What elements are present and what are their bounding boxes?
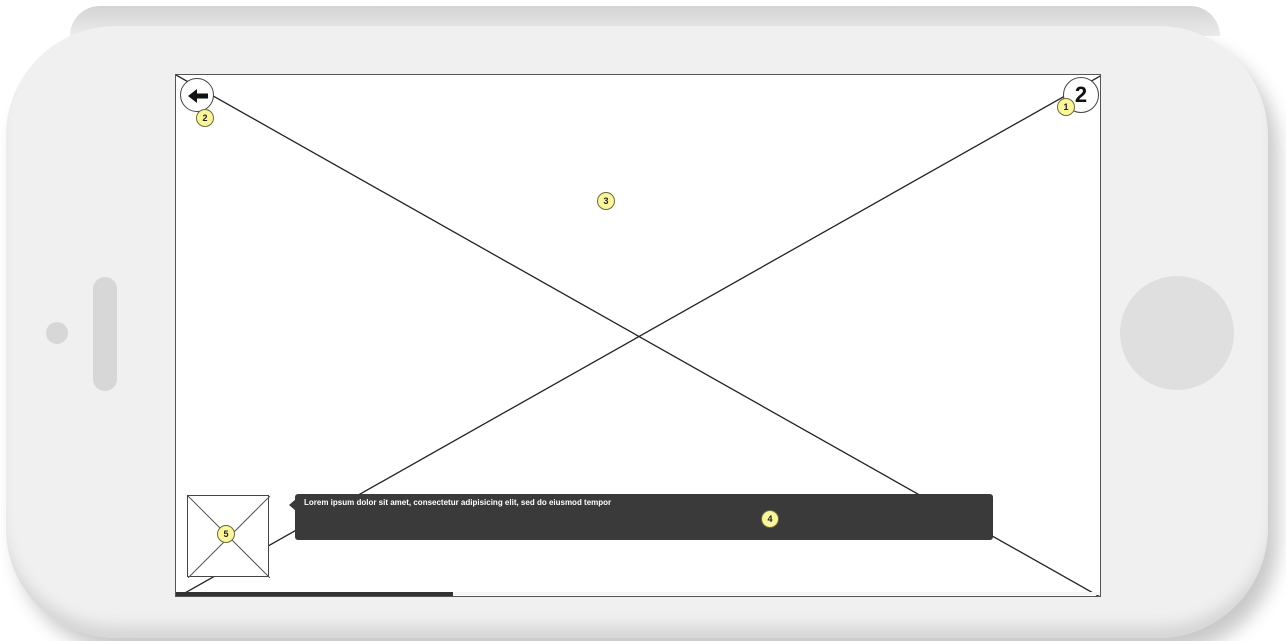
camera-dot: [46, 322, 68, 344]
arrow-left-icon: [188, 89, 208, 103]
progress-bar[interactable]: [176, 592, 1100, 596]
annotation-marker: 2: [196, 109, 214, 127]
marker-label: 1: [1063, 102, 1069, 112]
home-button[interactable]: [1120, 276, 1234, 390]
annotation-marker: 5: [217, 525, 235, 543]
speaker-slot: [93, 277, 117, 391]
annotation-marker: 4: [761, 510, 779, 528]
marker-label: 4: [767, 514, 773, 524]
page-count-label: 2: [1074, 82, 1088, 107]
progress-bar-fill: [176, 592, 454, 596]
screen-image-placeholder: 2 2 1 3 5 Lorem ipsum dolor sit amet, co…: [175, 74, 1101, 597]
tooltip-text: Lorem ipsum dolor sit amet, consectetur …: [304, 498, 612, 507]
marker-label: 2: [202, 113, 208, 123]
back-button[interactable]: [180, 78, 214, 112]
marker-label: 5: [223, 529, 229, 539]
annotation-marker: 1: [1057, 98, 1075, 116]
annotation-marker: 3: [597, 192, 615, 210]
thumbnail-image-placeholder[interactable]: 5: [187, 495, 270, 578]
marker-label: 3: [603, 196, 609, 206]
caption-tooltip: Lorem ipsum dolor sit amet, consectetur …: [295, 494, 993, 540]
